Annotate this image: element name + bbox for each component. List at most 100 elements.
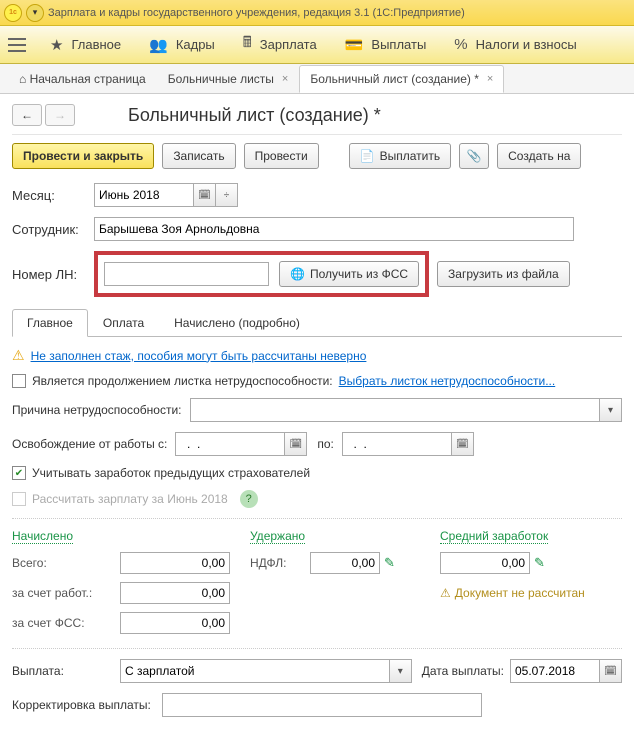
pencil-icon[interactable]: ✎ <box>384 555 395 570</box>
prev-employers-label: Учитывать заработок предыдущих страховат… <box>32 466 310 480</box>
fss-label: за счет ФСС: <box>12 616 120 630</box>
total-label: Всего: <box>12 556 120 570</box>
payout-date-label: Дата выплаты: <box>422 664 504 678</box>
main-toolbar: ★Главное 👥Кадры 🖩Зарплата 💳Выплаты %Нало… <box>0 26 634 64</box>
create-based-button[interactable]: Создать на <box>497 143 581 169</box>
subtab-payment[interactable]: Оплата <box>88 309 159 336</box>
save-button[interactable]: Записать <box>162 143 235 169</box>
average-input[interactable] <box>440 552 530 574</box>
month-input-wrap: 🗓 ÷ <box>94 183 238 207</box>
tab-sick-doc[interactable]: Больничный лист (создание) *× <box>299 65 504 93</box>
continuation-row: Является продолжением листка нетрудоспос… <box>12 374 622 388</box>
month-input[interactable] <box>94 183 194 207</box>
warning-icon: ⚠ <box>440 586 451 600</box>
reason-row: Причина нетрудоспособности: ▾ <box>12 398 622 422</box>
employee-label: Сотрудник: <box>12 222 94 237</box>
payout-select[interactable] <box>120 659 390 683</box>
period-to-label: по: <box>317 437 334 451</box>
reason-label: Причина нетрудоспособности: <box>12 403 182 417</box>
money-icon: 📄 <box>360 149 375 163</box>
back-button[interactable]: ← <box>12 104 42 126</box>
home-icon: ⌂ <box>19 72 26 86</box>
reason-input[interactable] <box>190 398 601 422</box>
correction-input[interactable] <box>162 693 482 717</box>
warning-link[interactable]: Не заполнен стаж, пособия могут быть рас… <box>31 349 367 363</box>
recalc-label: Рассчитать зарплату за Июнь 2018 <box>32 492 228 506</box>
menu-main[interactable]: ★Главное <box>36 26 135 63</box>
select-sheet-link[interactable]: Выбрать листок нетрудоспособности... <box>339 374 556 388</box>
dropdown-icon[interactable]: ▾ <box>26 4 44 22</box>
window-titlebar: 1c ▾ Зарплата и кадры государственного у… <box>0 0 634 26</box>
tab-sick-list[interactable]: Больничные листы× <box>157 65 300 93</box>
month-label: Месяц: <box>12 188 94 203</box>
calendar-icon[interactable]: 🗓 <box>600 659 622 683</box>
month-picker-icon[interactable]: 🗓 <box>194 183 216 207</box>
accrued-header[interactable]: Начислено <box>12 529 73 544</box>
reason-dropdown-icon[interactable]: ▾ <box>600 398 622 422</box>
employer-input[interactable] <box>120 582 230 604</box>
calendar-icon[interactable]: 🗓 <box>285 432 307 456</box>
prev-employers-row: ✔ Учитывать заработок предыдущих страхов… <box>12 466 622 480</box>
calculation-block: Начислено Удержано Средний заработок Все… <box>12 518 622 634</box>
nav-header: ← → Больничный лист (создание) * <box>12 104 622 135</box>
globe-icon: 🌐 <box>290 267 305 281</box>
load-from-file-button[interactable]: Загрузить из файла <box>437 261 570 287</box>
close-icon[interactable]: × <box>282 73 288 85</box>
date-to-input[interactable] <box>342 432 452 456</box>
people-icon: 👥 <box>149 36 168 54</box>
navigation-tabs: ⌂ Начальная страница Больничные листы× Б… <box>0 64 634 94</box>
fss-highlight-box: 🌐Получить из ФСС <box>94 251 429 297</box>
post-and-close-button[interactable]: Провести и закрыть <box>12 143 154 169</box>
post-button[interactable]: Провести <box>244 143 319 169</box>
pay-button[interactable]: 📄Выплатить <box>349 143 451 169</box>
menu-icon[interactable] <box>8 38 26 52</box>
correction-row: Корректировка выплаты: <box>12 693 622 717</box>
get-from-fss-button[interactable]: 🌐Получить из ФСС <box>279 261 419 287</box>
payout-date-input[interactable] <box>510 659 600 683</box>
dropdown-icon[interactable]: ▾ <box>390 659 412 683</box>
sub-tabs: Главное Оплата Начислено (подробно) <box>12 309 622 337</box>
employee-input[interactable] <box>94 217 574 241</box>
hint-icon[interactable]: ? <box>240 490 258 508</box>
date-from-input[interactable] <box>175 432 285 456</box>
withheld-header[interactable]: Удержано <box>250 529 305 544</box>
menu-salary[interactable]: 🖩Зарплата <box>229 26 331 63</box>
menu-taxes[interactable]: %Налоги и взносы <box>440 26 590 63</box>
payout-row: Выплата: ▾ Дата выплаты: 🗓 <box>12 648 622 683</box>
ln-row: Номер ЛН: 🌐Получить из ФСС Загрузить из … <box>12 251 622 297</box>
period-from-label: Освобождение от работы с: <box>12 437 167 451</box>
menu-payments[interactable]: 💳Выплаты <box>331 26 441 63</box>
ndfl-label: НДФЛ: <box>250 556 310 570</box>
recalc-row: Рассчитать зарплату за Июнь 2018 ? <box>12 490 622 508</box>
percent-icon: % <box>454 36 467 53</box>
calendar-icon[interactable]: 🗓 <box>452 432 474 456</box>
calculator-icon: 🖩 <box>243 32 252 57</box>
prev-employers-checkbox[interactable]: ✔ <box>12 466 26 480</box>
subtab-main[interactable]: Главное <box>12 309 88 337</box>
recalc-checkbox <box>12 492 26 506</box>
average-header[interactable]: Средний заработок <box>440 529 548 544</box>
menu-staff[interactable]: 👥Кадры <box>135 26 229 63</box>
ndfl-input[interactable] <box>310 552 380 574</box>
continuation-checkbox[interactable] <box>12 374 26 388</box>
warning-icon: ⚠ <box>12 347 25 364</box>
fss-input[interactable] <box>120 612 230 634</box>
employer-label: за счет работ.: <box>12 586 120 600</box>
month-row: Месяц: 🗓 ÷ <box>12 183 622 207</box>
paperclip-icon: 📎 <box>467 149 482 163</box>
app-logo-icon: 1c <box>4 4 22 22</box>
ln-number-input[interactable] <box>104 262 269 286</box>
pencil-icon[interactable]: ✎ <box>534 555 545 570</box>
month-stepper-icon[interactable]: ÷ <box>216 183 238 207</box>
tab-home[interactable]: ⌂ Начальная страница <box>8 65 157 93</box>
total-input[interactable] <box>120 552 230 574</box>
subtab-accrued[interactable]: Начислено (подробно) <box>159 309 315 336</box>
document-form: ← → Больничный лист (создание) * Провест… <box>0 94 634 737</box>
attach-button[interactable]: 📎 <box>459 143 489 169</box>
wallet-icon: 💳 <box>345 36 364 54</box>
page-title: Больничный лист (создание) * <box>128 105 381 126</box>
close-icon[interactable]: × <box>487 73 493 85</box>
employee-row: Сотрудник: <box>12 217 622 241</box>
forward-button: → <box>45 104 75 126</box>
ln-label: Номер ЛН: <box>12 267 94 282</box>
